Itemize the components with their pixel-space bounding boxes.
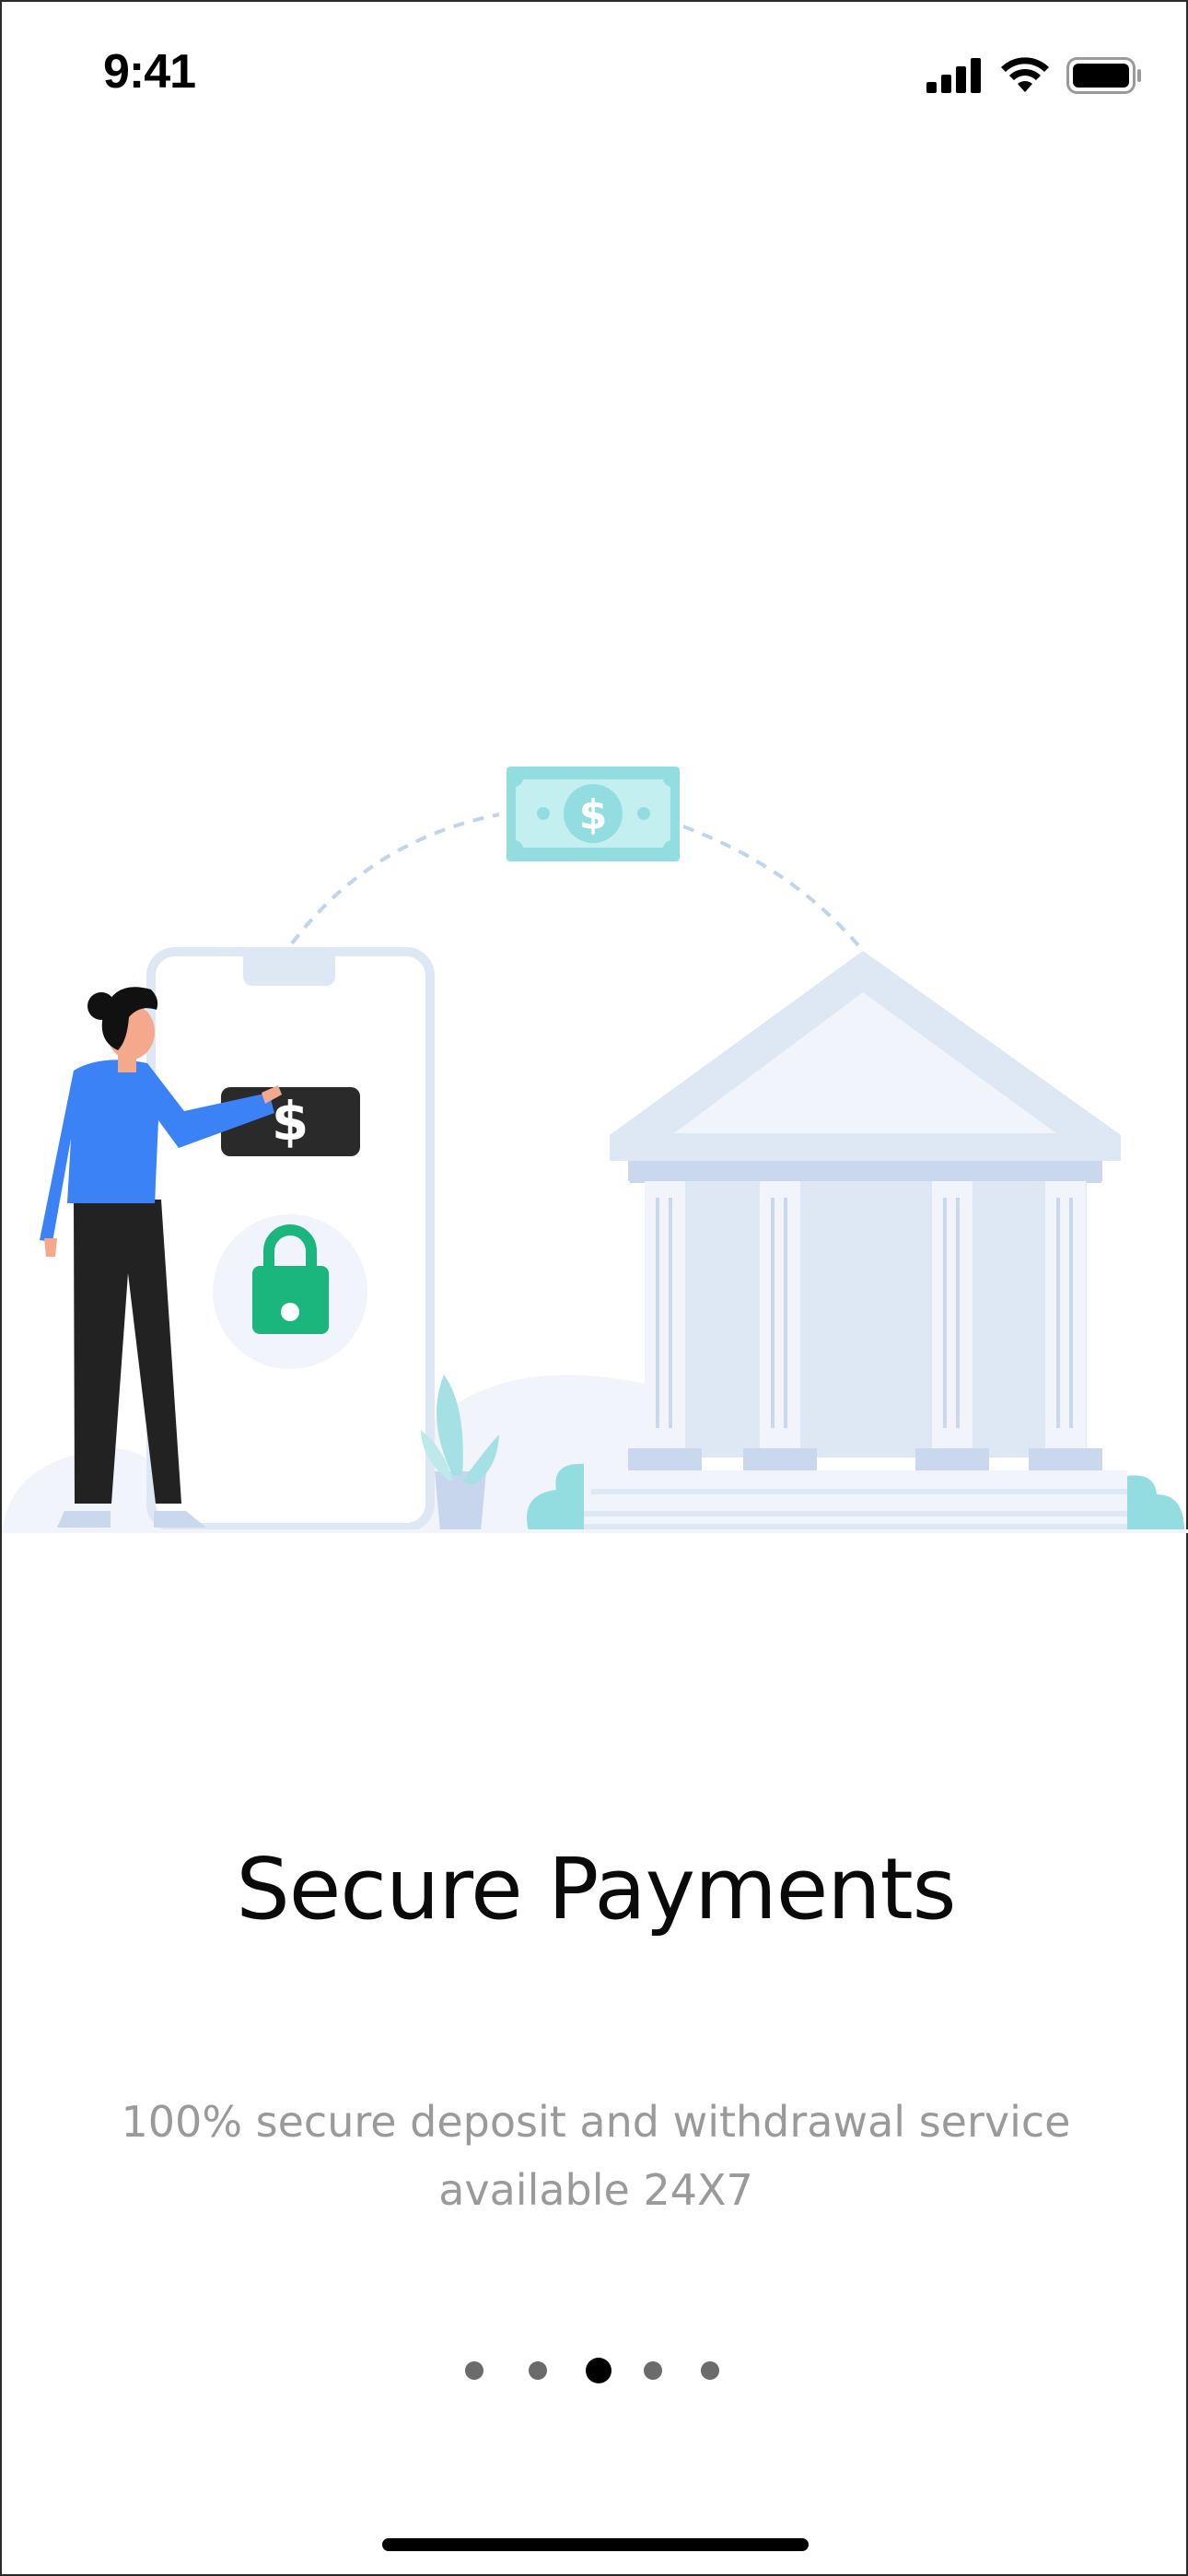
status-time: 9:41 bbox=[103, 45, 196, 99]
cellular-signal-icon bbox=[926, 58, 984, 93]
page-description: 100% secure deposit and withdrawal servi… bbox=[121, 2097, 1071, 2215]
home-indicator[interactable] bbox=[382, 2538, 809, 2551]
page-dot-5[interactable] bbox=[701, 2361, 719, 2380]
status-icons bbox=[926, 53, 1142, 98]
page-title: Secure Payments bbox=[236, 1840, 956, 1938]
transfer-arc bbox=[290, 813, 500, 945]
page-dot-1[interactable] bbox=[465, 2361, 483, 2380]
page-dot-2[interactable] bbox=[529, 2361, 547, 2380]
payment-tag-symbol: $ bbox=[272, 1090, 309, 1153]
page-dot-3-active[interactable] bbox=[586, 2358, 611, 2383]
wifi-icon bbox=[1000, 57, 1050, 94]
battery-icon bbox=[1066, 57, 1142, 94]
page-indicator bbox=[2, 2351, 1188, 2388]
banknote-icon: $ bbox=[507, 767, 680, 861]
banknote-symbol: $ bbox=[579, 791, 608, 838]
smartphone-icon: $ bbox=[146, 947, 435, 1532]
secure-payment-illustration: $ $ bbox=[2, 739, 1188, 1540]
page-dot-4[interactable] bbox=[644, 2361, 662, 2380]
status-bar: 9:41 bbox=[2, 2, 1188, 149]
transfer-arc-right bbox=[682, 825, 865, 953]
onboarding-screen: 9:41 $ $ Secure Payments 100% secure dep… bbox=[0, 0, 1188, 2576]
